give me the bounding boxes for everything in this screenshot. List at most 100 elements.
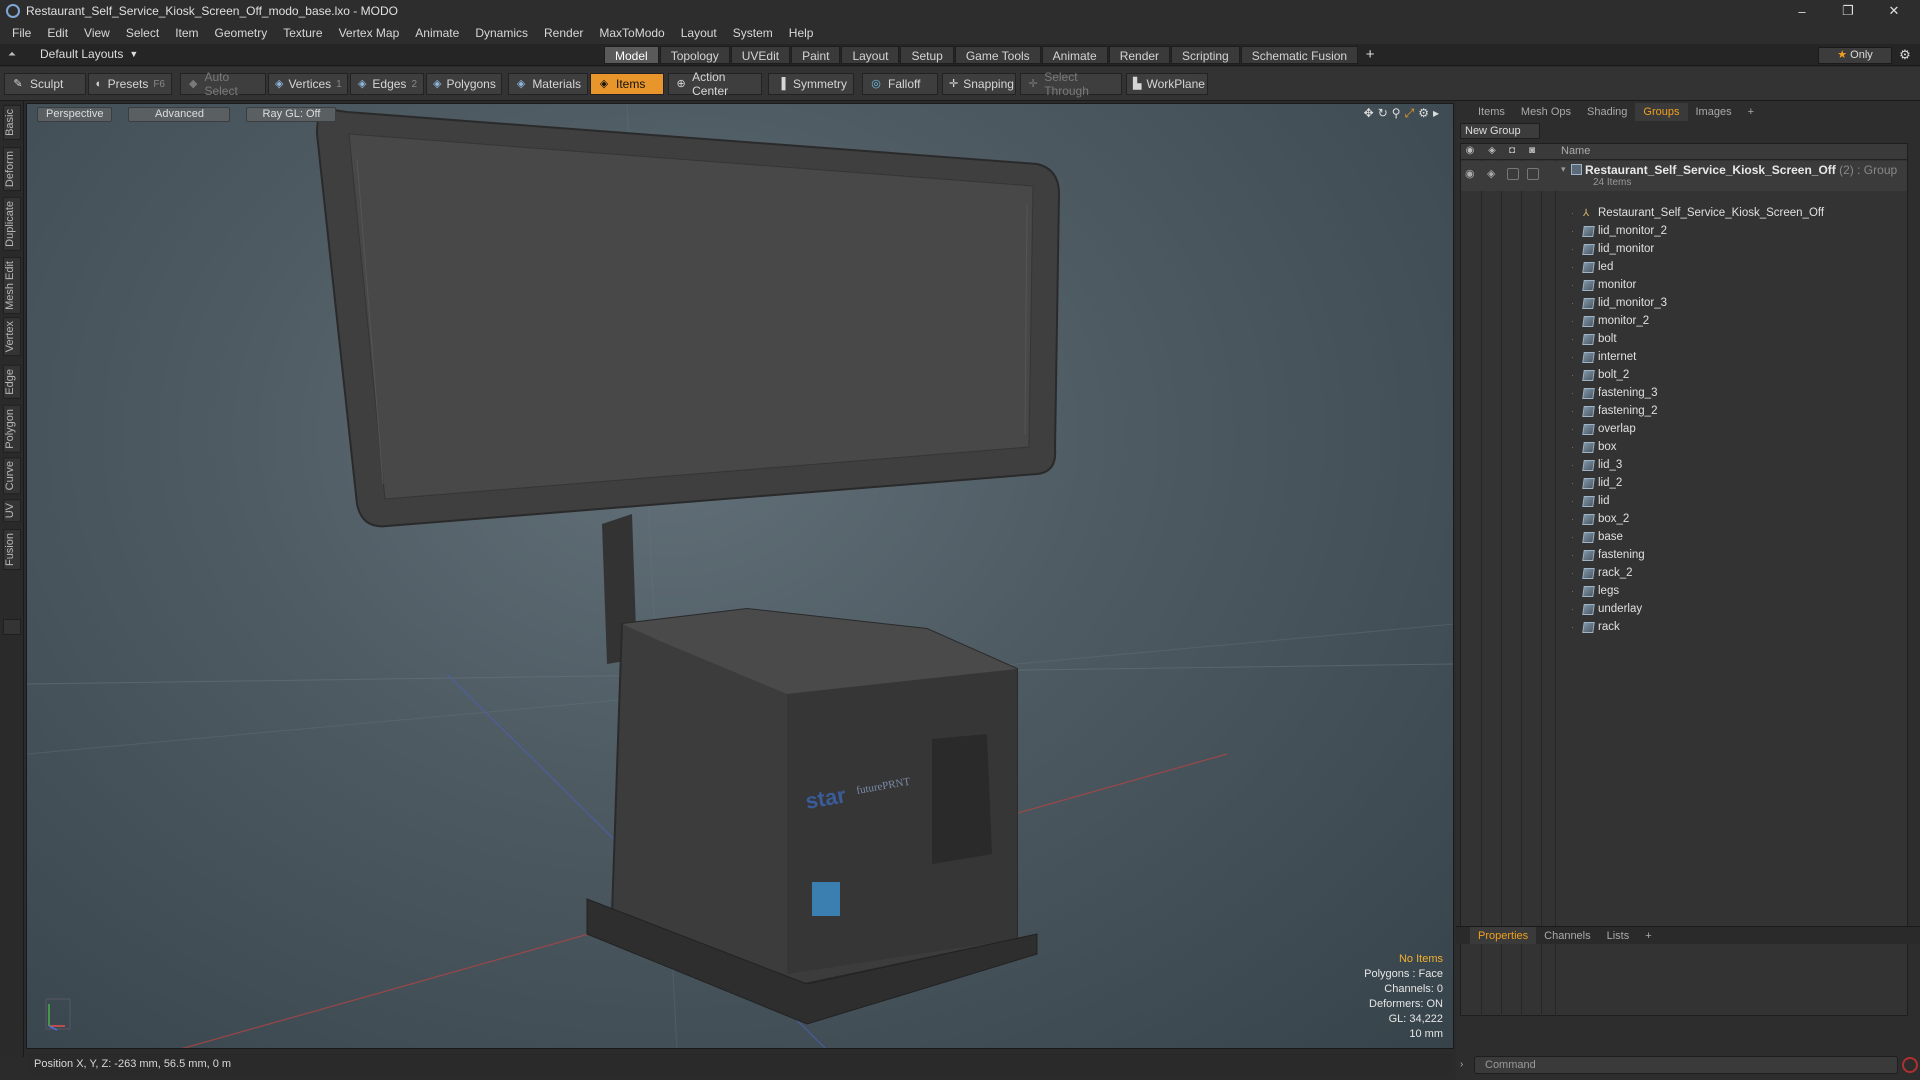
menu-edit[interactable]: Edit	[39, 26, 76, 40]
tab-mesh-ops[interactable]: Mesh Ops	[1513, 103, 1579, 121]
materials-button[interactable]: ◈ Materials	[508, 73, 588, 95]
menu-animate[interactable]: Animate	[407, 26, 467, 40]
left-tab-edge[interactable]: Edge	[3, 365, 21, 399]
menu-vertex-map[interactable]: Vertex Map	[331, 26, 408, 40]
workplane-button[interactable]: ▙ WorkPlane	[1126, 73, 1208, 95]
zoom-icon[interactable]: ⚲	[1392, 106, 1401, 121]
menu-help[interactable]: Help	[781, 26, 822, 40]
tab-shading[interactable]: Shading	[1579, 103, 1635, 121]
restore-button[interactable]: ❐	[1826, 0, 1870, 22]
rotate-icon[interactable]: ↻	[1378, 106, 1388, 121]
add-tab-button[interactable]: +	[1359, 46, 1381, 64]
group-item-row[interactable]: · base	[1571, 528, 1623, 546]
tab-scripting[interactable]: Scripting	[1171, 46, 1240, 64]
add-panel-tab-button[interactable]: +	[1740, 103, 1762, 121]
group-item-row[interactable]: · monitor_2	[1571, 312, 1649, 330]
left-tab-vertex[interactable]: Vertex	[3, 317, 21, 357]
left-tab-fusion[interactable]: Fusion	[3, 529, 21, 571]
only-toggle[interactable]: ★ Only	[1818, 47, 1892, 64]
tab-lists[interactable]: Lists	[1599, 927, 1638, 944]
pan-icon[interactable]: ✥	[1364, 106, 1374, 121]
menu-layout[interactable]: Layout	[673, 26, 725, 40]
left-tab-polygon[interactable]: Polygon	[3, 405, 21, 453]
fit-icon[interactable]: ⤢	[1405, 106, 1415, 121]
tab-properties[interactable]: Properties	[1470, 927, 1537, 944]
group-item-row[interactable]: · legs	[1571, 582, 1619, 600]
group-item-row[interactable]: · rack_2	[1571, 564, 1633, 582]
group-item-row[interactable]: · box	[1571, 438, 1617, 456]
group-item-row[interactable]: · fastening	[1571, 546, 1645, 564]
tab-uvedit[interactable]: UVEdit	[730, 46, 791, 64]
snapping-button[interactable]: ✛ Snapping	[942, 73, 1016, 95]
tab-channels[interactable]: Channels	[1536, 927, 1598, 944]
name-column-header[interactable]: Name	[1561, 145, 1590, 157]
raygl-button[interactable]: Ray GL: Off	[246, 107, 337, 122]
left-tab-mesh-edit[interactable]: Mesh Edit	[3, 257, 21, 314]
group-item-row[interactable]: · lid_monitor_2	[1571, 222, 1667, 240]
group-item-row[interactable]: · fastening_3	[1571, 384, 1657, 402]
vertices-button[interactable]: ◈ Vertices 1	[268, 73, 348, 95]
tab-items[interactable]: Items	[1470, 103, 1513, 121]
menu-system[interactable]: System	[725, 26, 781, 40]
command-input[interactable]: Command	[1474, 1056, 1898, 1074]
menu-dynamics[interactable]: Dynamics	[467, 26, 536, 40]
tab-groups[interactable]: Groups	[1635, 103, 1688, 121]
group-item-row[interactable]: · overlap	[1571, 420, 1636, 438]
menu-render[interactable]: Render	[536, 26, 591, 40]
falloff-button[interactable]: ◎ Falloff	[862, 73, 938, 95]
shading-mode-button[interactable]: Advanced	[128, 107, 231, 122]
new-group-button[interactable]: New Group	[1460, 123, 1540, 139]
tab-paint[interactable]: Paint	[791, 46, 841, 64]
left-tab-deform[interactable]: Deform	[3, 147, 21, 192]
tab-layout[interactable]: Layout	[841, 46, 900, 64]
tab-model[interactable]: Model	[604, 46, 659, 64]
group-item-row[interactable]: · lid_2	[1571, 474, 1622, 492]
group-item-row[interactable]: · internet	[1571, 348, 1636, 366]
minimize-button[interactable]: –	[1780, 0, 1824, 22]
left-tab-uv[interactable]: UV	[3, 499, 21, 523]
view-mode-button[interactable]: Perspective	[37, 107, 113, 122]
symmetry-button[interactable]: ▐ Symmetry	[768, 73, 854, 95]
group-item-row[interactable]: · box_2	[1571, 510, 1629, 528]
tab-game-tools[interactable]: Game Tools	[954, 46, 1041, 64]
group-item-row[interactable]: · led	[1571, 258, 1613, 276]
menu-select[interactable]: Select	[118, 26, 167, 40]
polygons-button[interactable]: ◈ Polygons	[426, 73, 502, 95]
group-lock-checkbox[interactable]	[1507, 168, 1519, 180]
group-select-checkbox[interactable]	[1527, 168, 1539, 180]
add-properties-tab-button[interactable]: +	[1637, 927, 1659, 944]
tab-setup[interactable]: Setup	[900, 46, 954, 64]
viewport-settings-icon[interactable]: ⚙	[1418, 106, 1429, 121]
group-render-icon[interactable]: ◈	[1487, 167, 1495, 180]
group-visibility-icon[interactable]: ◉	[1465, 167, 1475, 180]
layouts-dropdown[interactable]: ⏶ Default Layouts ▼	[8, 47, 138, 61]
menu-maxtomodo[interactable]: MaxToModo	[591, 26, 672, 40]
3d-viewport[interactable]: star futurePRNT Perspective Advanced Ray…	[26, 103, 1454, 1049]
expand-arrow-icon[interactable]: ▸	[1433, 106, 1439, 121]
items-button[interactable]: ◈ Items	[590, 73, 664, 95]
action-center-button[interactable]: ⊕ Action Center	[668, 70, 762, 98]
group-item-row[interactable]: · lid_monitor	[1571, 240, 1654, 258]
group-item-row[interactable]: · ⅄ Restaurant_Self_Service_Kiosk_Screen_O…	[1571, 204, 1824, 222]
auto-select-button[interactable]: ◆ Auto Select	[180, 70, 266, 98]
tab-images[interactable]: Images	[1688, 103, 1740, 121]
group-collapse-arrow-icon[interactable]: ▾	[1561, 164, 1566, 175]
menu-view[interactable]: View	[76, 26, 118, 40]
left-tab-curve[interactable]: Curve	[3, 457, 21, 495]
group-row[interactable]: ◉ ◈ ▾ Restaurant_Self_Service_Kiosk_Scre…	[1461, 161, 1907, 191]
edges-button[interactable]: ◈ Edges 2	[350, 73, 424, 95]
menu-file[interactable]: File	[4, 26, 39, 40]
group-item-row[interactable]: · rack	[1571, 618, 1620, 636]
tab-topology[interactable]: Topology	[659, 46, 730, 64]
menu-geometry[interactable]: Geometry	[207, 26, 276, 40]
tab-animate[interactable]: Animate	[1041, 46, 1108, 64]
group-item-row[interactable]: · lid_3	[1571, 456, 1622, 474]
groups-list[interactable]: ◉ ◈ ◘ ◙ Name ◉ ◈ ▾ Restaurant_Self_Servi…	[1460, 143, 1908, 1016]
presets-button[interactable]: ◐ Presets F6	[88, 73, 172, 95]
left-tab-basic[interactable]: Basic	[3, 105, 21, 140]
left-tab-collapse-button[interactable]	[3, 619, 21, 635]
gear-icon[interactable]: ⚙	[1896, 47, 1914, 64]
group-item-row[interactable]: · underlay	[1571, 600, 1642, 618]
select-through-button[interactable]: ✛ Select Through	[1020, 70, 1122, 98]
group-item-row[interactable]: · lid_monitor_3	[1571, 294, 1667, 312]
